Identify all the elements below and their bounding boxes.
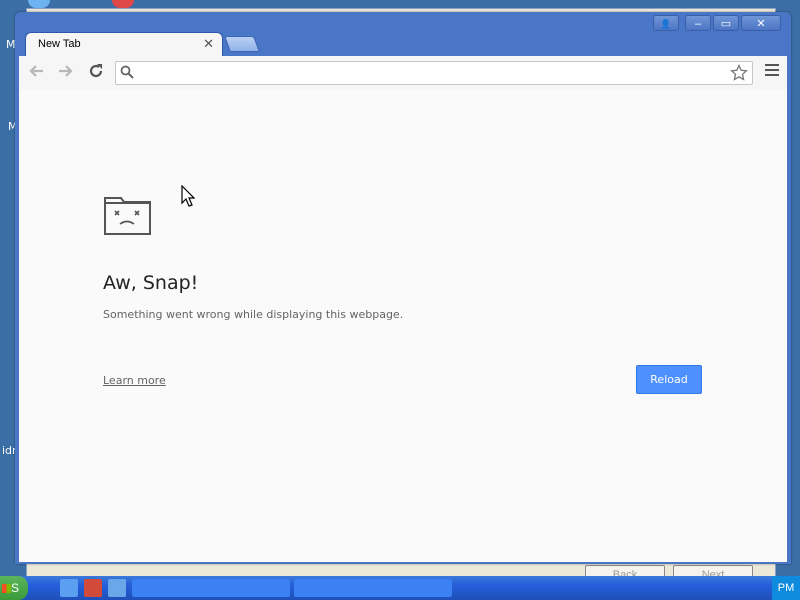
reload-button[interactable]: Reload [636,365,702,394]
hamburger-menu-icon[interactable] [765,64,779,79]
learn-more-link[interactable]: Learn more [103,374,166,387]
taskbar-button[interactable] [132,579,290,597]
bookmark-star-icon[interactable] [730,63,748,87]
minimize-button[interactable]: – [685,15,711,31]
taskbar-button[interactable] [294,579,452,597]
start-label: S [11,581,20,595]
search-icon [120,65,134,84]
system-tray-clock[interactable]: PM [772,576,800,600]
back-arrow-icon[interactable] [25,62,47,84]
tab-new-tab[interactable]: New Tab ✕ [25,32,223,57]
mouse-cursor-icon [181,184,196,212]
error-page: Aw, Snap! Something went wrong while dis… [19,90,787,562]
browser-toolbar [19,56,787,90]
taskbar: S PM [0,576,800,600]
error-message: Something went wrong while displaying th… [103,308,404,321]
sad-tab-icon [103,194,153,241]
omnibox[interactable] [115,61,753,85]
new-tab-button[interactable] [224,36,260,52]
window-controls: 👤 – ▭ ✕ [651,15,781,31]
profile-button[interactable]: 👤 [653,15,679,31]
tab-title: New Tab [38,38,81,50]
maximize-button[interactable]: ▭ [713,15,739,31]
start-button[interactable]: S [0,576,28,600]
quick-launch-icon[interactable] [60,579,78,597]
error-heading: Aw, Snap! [103,272,199,294]
windows-logo-icon [2,584,11,594]
reload-icon[interactable] [85,62,107,84]
chrome-browser-window: 👤 – ▭ ✕ New Tab ✕ Aw, Snap! Something we… [15,12,791,564]
address-input[interactable] [136,65,730,83]
forward-arrow-icon[interactable] [55,62,77,84]
quick-launch-icon[interactable] [84,579,102,597]
close-window-button[interactable]: ✕ [741,15,781,31]
desktop-icon-fragment [112,0,134,8]
quick-launch-icon[interactable] [108,579,126,597]
tab-close-icon[interactable]: ✕ [203,36,214,52]
desktop-icon-fragment [28,0,50,8]
